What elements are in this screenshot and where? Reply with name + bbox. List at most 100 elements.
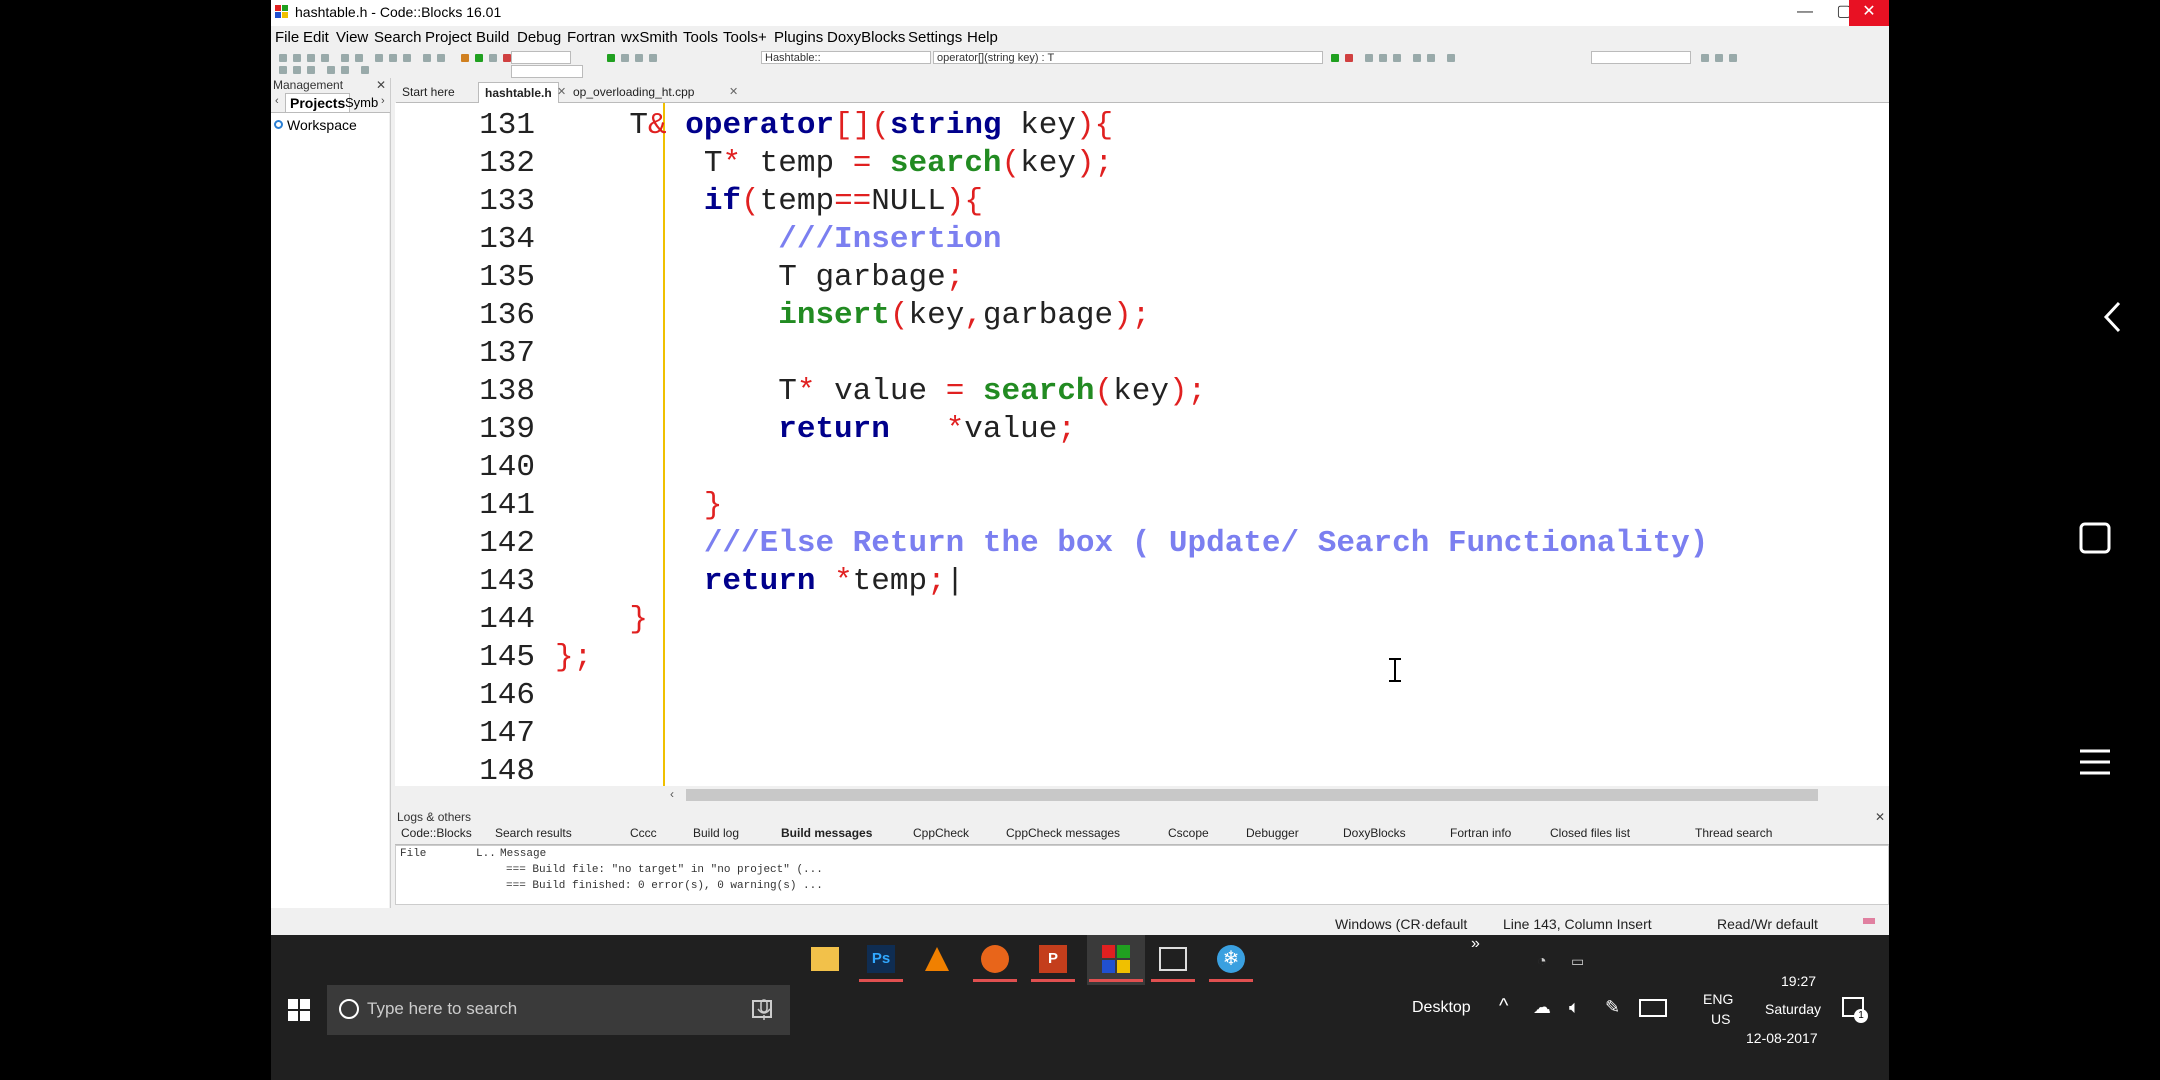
indent-icon[interactable] [341, 66, 349, 74]
task-view-icon[interactable] [749, 998, 775, 1020]
chevron-up-icon[interactable]: ^ [1499, 995, 1508, 1018]
windows-start-icon[interactable] [288, 999, 310, 1021]
code-line[interactable]: 142 ///Else Return the box ( Update/ Sea… [395, 525, 1865, 563]
save-icon[interactable] [307, 54, 315, 62]
log-tab-doxyblocks[interactable]: DoxyBlocks [1343, 826, 1406, 840]
photoshop-icon[interactable]: Ps [867, 945, 895, 973]
log-tab-cppcheck[interactable]: CppCheck [913, 826, 969, 840]
menu-edit[interactable]: Edit [303, 29, 329, 46]
column-line[interactable]: L.. [476, 848, 496, 860]
code-line[interactable]: 132 T* temp = search(key); [395, 145, 1865, 183]
menu-help[interactable]: Help [967, 29, 998, 46]
tab-close-icon[interactable]: ✕ [557, 85, 566, 98]
log-tab-cppcheck-messages[interactable]: CppCheck messages [1006, 826, 1120, 840]
code-line[interactable]: 143 return *temp;| [395, 563, 1865, 601]
onedrive-icon[interactable]: ☁ [1533, 997, 1551, 1018]
pen-icon[interactable]: ✎ [1605, 997, 1620, 1018]
snowflake-app-icon[interactable]: ❄ [1217, 945, 1245, 973]
zoom-icon[interactable] [293, 66, 301, 74]
horizontal-scrollbar[interactable]: ‹ › [668, 786, 1889, 804]
menu-tools-plus[interactable]: Tools+ [723, 29, 767, 46]
clock-day[interactable]: Saturday [1765, 1001, 1821, 1017]
replace-icon[interactable] [437, 54, 445, 62]
tab-projects[interactable]: Projects [285, 93, 351, 112]
desktop-label[interactable]: Desktop [1412, 999, 1471, 1017]
code-line[interactable]: 136 insert(key,garbage); [395, 297, 1865, 335]
tab-symbols[interactable]: Symb [345, 95, 378, 110]
bookmark-next-icon[interactable] [1379, 54, 1387, 62]
open-file-icon[interactable] [293, 54, 301, 62]
code-line[interactable]: 134 ///Insertion [395, 221, 1865, 259]
log-tab-closed-files[interactable]: Closed files list [1550, 826, 1630, 840]
doxy-extract-icon[interactable] [1701, 54, 1709, 62]
column-message[interactable]: Message [500, 848, 546, 860]
wrap-icon[interactable] [361, 66, 369, 74]
code-line[interactable]: 148 [395, 753, 1865, 786]
find-icon[interactable] [423, 54, 431, 62]
new-file-icon[interactable] [279, 54, 287, 62]
menu-build[interactable]: Build [476, 29, 509, 46]
back-icon[interactable] [2101, 300, 2123, 334]
menu-plugins[interactable]: Plugins [774, 29, 823, 46]
code-line[interactable]: 145}; [395, 639, 1865, 677]
format-icon[interactable] [327, 66, 335, 74]
tab-start-here[interactable]: Start here [396, 82, 461, 102]
debug-stop-icon[interactable] [649, 54, 657, 62]
code-line[interactable]: 144 } [395, 601, 1865, 639]
scope-combo[interactable]: Hashtable:: [761, 51, 931, 64]
log-tab-debugger[interactable]: Debugger [1246, 826, 1299, 840]
tab-scroll-right-icon[interactable]: › [381, 95, 385, 107]
volume-icon[interactable]: 🔈︎ [1569, 997, 1580, 1018]
menu-tools[interactable]: Tools [683, 29, 718, 46]
menu-wxsmith[interactable]: wxSmith [621, 29, 678, 46]
jump-back-icon[interactable] [1331, 54, 1339, 62]
menu-file[interactable]: File [275, 29, 299, 46]
firefox-icon[interactable] [981, 945, 1009, 973]
run-icon[interactable] [475, 54, 483, 62]
codeblocks-taskbar-icon[interactable] [1102, 945, 1130, 973]
vlc-icon[interactable] [923, 945, 951, 973]
log-tab-cscope[interactable]: Cscope [1168, 826, 1209, 840]
code-line[interactable]: 141 } [395, 487, 1865, 525]
debug-run-icon[interactable] [607, 54, 615, 62]
menu-debug[interactable]: Debug [517, 29, 561, 46]
terminal-icon[interactable] [1159, 947, 1187, 971]
cut-icon[interactable] [375, 54, 383, 62]
tab-hashtable-h[interactable]: hashtable.h [478, 82, 559, 103]
menu-search[interactable]: Search [374, 29, 422, 46]
font-combo[interactable] [511, 65, 583, 78]
doxy-combo[interactable] [1591, 51, 1691, 64]
select-icon[interactable] [279, 66, 287, 74]
code-line[interactable]: 139 return *value; [395, 411, 1865, 449]
build-target-combo[interactable] [511, 51, 571, 64]
log-tab-codeblocks[interactable]: Code::Blocks [401, 826, 472, 840]
comment-icon[interactable] [1413, 54, 1421, 62]
battery-icon[interactable]: ▭ [1571, 953, 1584, 970]
clock-time[interactable]: 19:27 [1781, 973, 1816, 989]
save-all-icon[interactable] [321, 54, 329, 62]
keyboard-icon[interactable] [1639, 999, 1667, 1017]
log-row[interactable]: === Build finished: 0 error(s), 0 warnin… [506, 880, 823, 892]
log-tab-thread-search[interactable]: Thread search [1695, 826, 1772, 840]
tab-scroll-left-icon[interactable]: ‹ [275, 95, 279, 107]
undo-icon[interactable] [341, 54, 349, 62]
log-tab-build-log[interactable]: Build log [693, 826, 739, 840]
uncomment-icon[interactable] [1427, 54, 1435, 62]
match-brace-icon[interactable] [1447, 54, 1455, 62]
menu-view[interactable]: View [336, 29, 368, 46]
code-line[interactable]: 140 [395, 449, 1865, 487]
bookmark-prev-icon[interactable] [1393, 54, 1401, 62]
log-tab-cccc[interactable]: Cccc [630, 826, 657, 840]
paste-icon[interactable] [403, 54, 411, 62]
close-button[interactable]: ✕ [1849, 0, 1889, 26]
copy-icon[interactable] [389, 54, 397, 62]
wifi-icon[interactable]: ◔ [1537, 953, 1547, 971]
code-line[interactable]: 135 T garbage; [395, 259, 1865, 297]
file-explorer-icon[interactable] [811, 947, 839, 971]
language-top[interactable]: ENG [1703, 991, 1733, 1007]
tab-op-overloading[interactable]: op_overloading_ht.cpp [567, 82, 700, 102]
doxy-block-icon[interactable] [1715, 54, 1723, 62]
code-line[interactable]: 131 T& operator[](string key){ [395, 107, 1865, 145]
minimize-button[interactable]: — [1785, 0, 1825, 26]
menu-doxyblocks[interactable]: DoxyBlocks [827, 29, 905, 46]
